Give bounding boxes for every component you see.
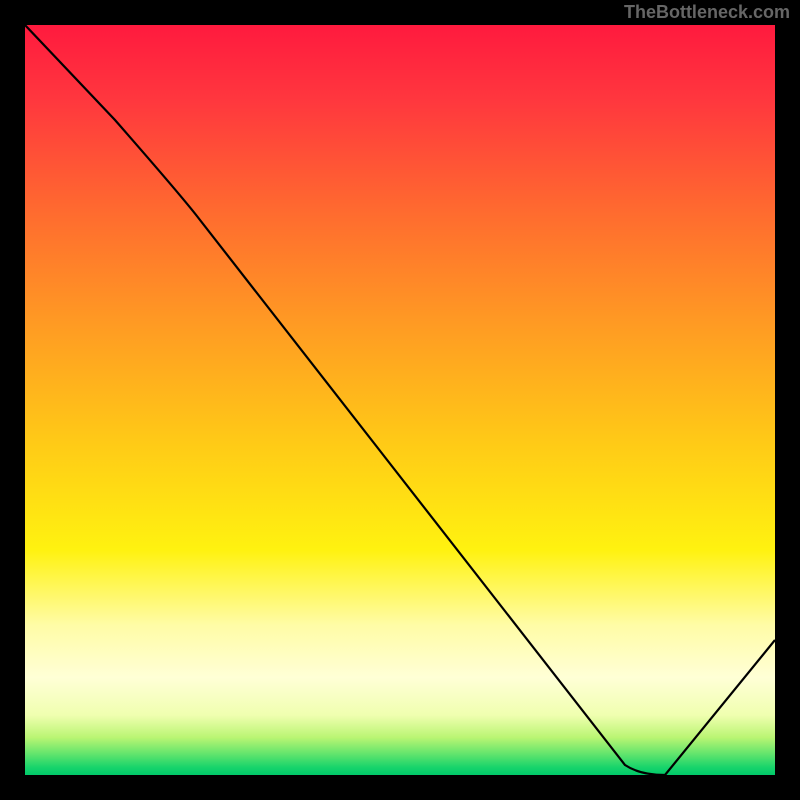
watermark-text: TheBottleneck.com (624, 2, 790, 23)
curve-svg (25, 25, 775, 775)
plot-area (25, 25, 775, 775)
chart-frame: TheBottleneck.com (0, 0, 800, 800)
bottleneck-curve (25, 25, 775, 775)
